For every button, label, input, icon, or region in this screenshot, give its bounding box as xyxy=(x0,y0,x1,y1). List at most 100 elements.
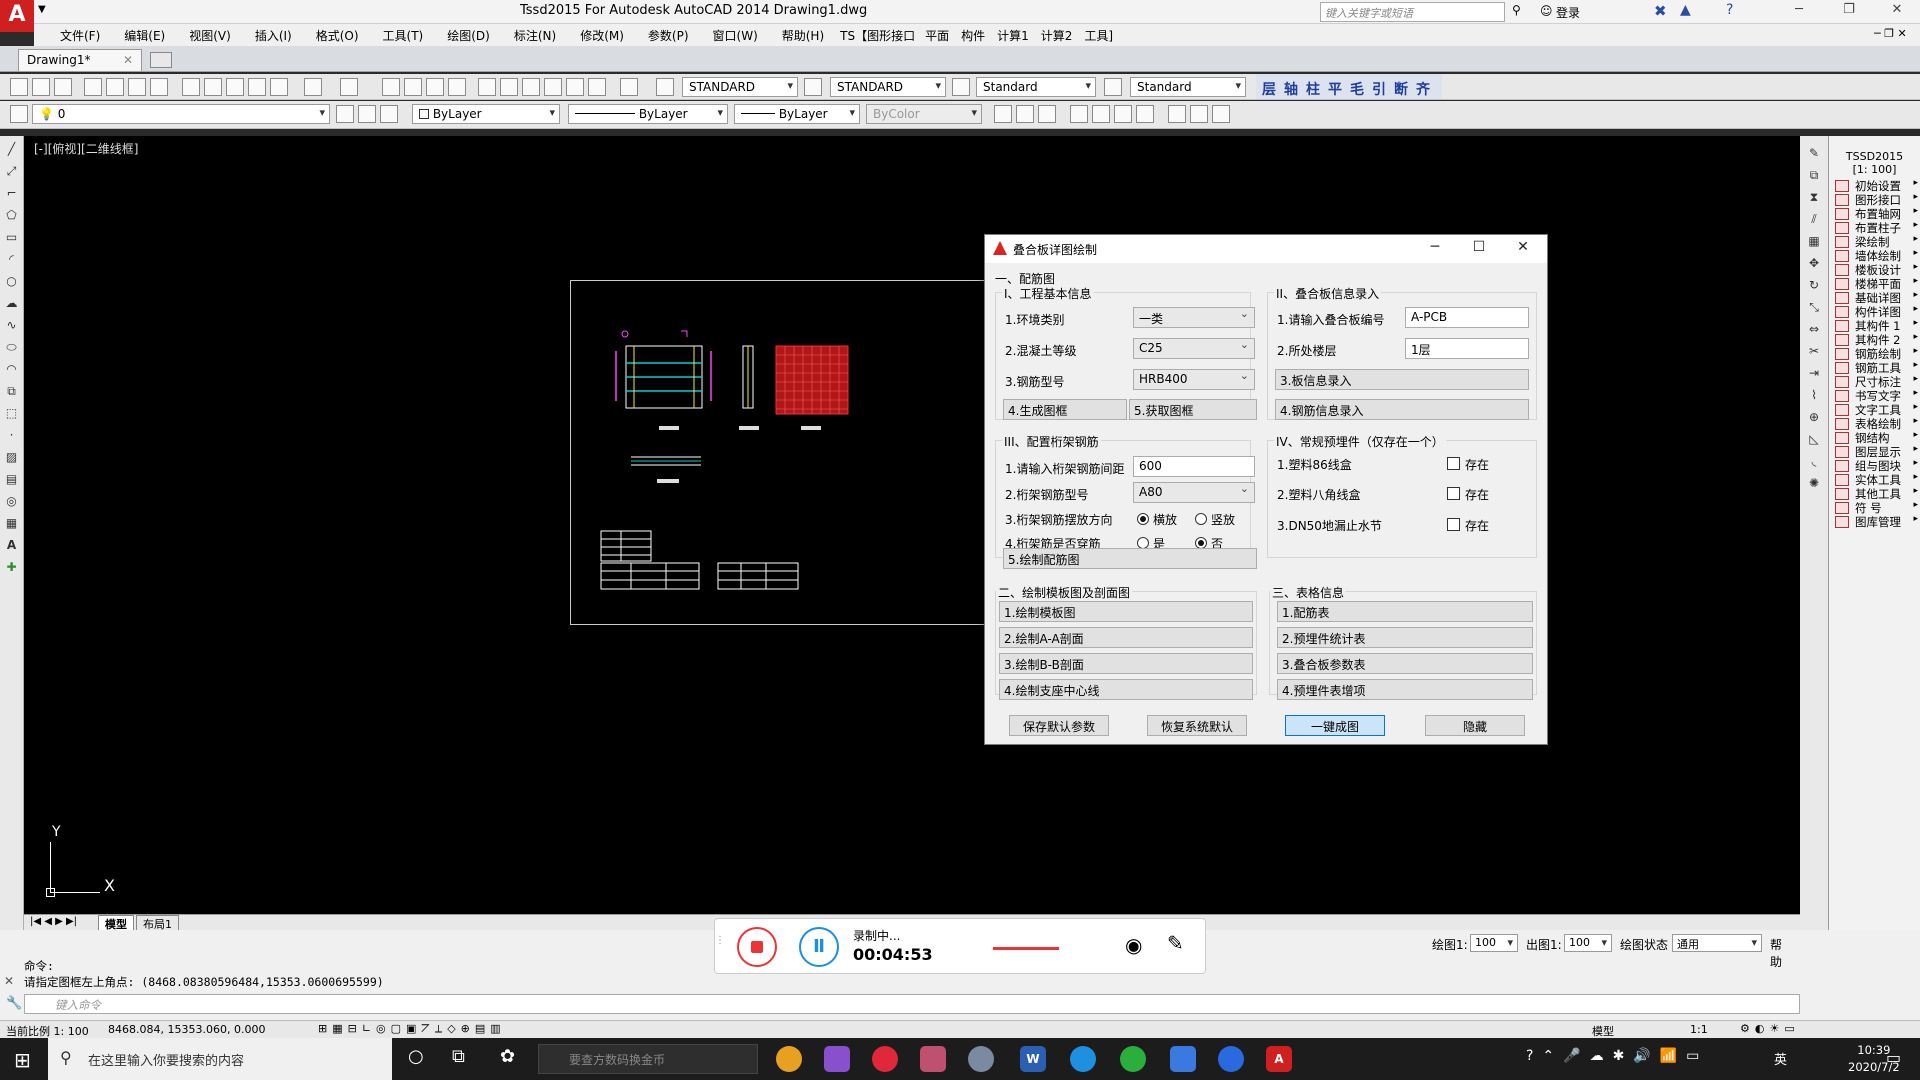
mleader-style-icon[interactable] xyxy=(1104,78,1122,96)
sheet-set-icon[interactable] xyxy=(544,78,562,96)
model-space-button[interactable]: 模型 xyxy=(1592,1023,1614,1039)
copy-icon[interactable] xyxy=(204,78,222,96)
drag-handle-icon[interactable]: ⋮ xyxy=(715,935,725,946)
tssd-item-other-tools[interactable]: 其他工具 xyxy=(1829,486,1920,501)
arc-icon[interactable]: ◜ xyxy=(0,252,23,274)
ts-tool-10-icon[interactable] xyxy=(1212,105,1230,123)
pen-icon[interactable]: ✎ xyxy=(1167,931,1184,955)
design-center-icon[interactable] xyxy=(500,78,518,96)
tssd-item-init[interactable]: 初始设置 xyxy=(1829,178,1920,193)
one-click-draw-button[interactable]: 一键成图 xyxy=(1285,715,1385,736)
out-scale-select[interactable]: 100 xyxy=(1564,934,1612,952)
construction-line-icon[interactable]: ⤢ xyxy=(0,164,23,186)
tssd-item-rebar-draw[interactable]: 钢筋绘制 xyxy=(1829,346,1920,361)
chrome-icon[interactable] xyxy=(776,1046,802,1072)
generate-frame-button[interactable]: 4.生成图框 xyxy=(1003,399,1127,420)
feishu-icon[interactable] xyxy=(1070,1046,1096,1072)
circle-icon[interactable]: ○ xyxy=(0,274,23,296)
menu-ts-member[interactable]: 构件 xyxy=(955,24,991,46)
ts-break-button[interactable]: 断 xyxy=(1394,79,1408,99)
slab-param-table-button[interactable]: 3.叠合板参数表 xyxy=(1277,653,1533,674)
menu-draw[interactable]: 绘图(D) xyxy=(435,24,502,46)
hide-button[interactable]: 隐藏 xyxy=(1425,715,1525,736)
ts-tool-8-icon[interactable] xyxy=(1168,105,1186,123)
tssd-item-grid[interactable]: 布置轴网 xyxy=(1829,206,1920,221)
draw-support-centerline-button[interactable]: 4.绘制支座中心线 xyxy=(999,679,1253,700)
rotate-icon[interactable]: ↻ xyxy=(1800,274,1828,296)
dialog-minimize-icon[interactable]: ─ xyxy=(1425,239,1445,255)
menu-file[interactable]: 文件(F) xyxy=(48,24,112,46)
menu-ts-calc2[interactable]: 计算2 xyxy=(1035,24,1079,46)
embed-drain-checkbox[interactable] xyxy=(1447,518,1460,531)
cut-icon[interactable] xyxy=(182,78,200,96)
tssd-item-other2[interactable]: 其构件 2 xyxy=(1829,332,1920,347)
autocad-logo-icon[interactable]: A xyxy=(0,0,34,32)
quickcalc-icon[interactable] xyxy=(588,78,606,96)
layer-state-icon[interactable] xyxy=(380,105,398,123)
ts-layer-button[interactable]: 层 xyxy=(1262,79,1276,99)
command-input[interactable]: 键入命令 xyxy=(24,994,1800,1014)
draw-scale-select[interactable]: 100 xyxy=(1470,934,1518,952)
ts-column-button[interactable]: 柱 xyxy=(1306,79,1320,99)
draw-section-aa-button[interactable]: 2.绘制A-A剖面 xyxy=(999,627,1253,648)
webcam-icon[interactable]: ◉ xyxy=(1125,933,1142,957)
menu-dimension[interactable]: 标注(N) xyxy=(502,24,568,46)
ts-tool-7-icon[interactable] xyxy=(1136,105,1154,123)
mirror-icon[interactable]: ⧗ xyxy=(1800,186,1828,208)
new-icon[interactable] xyxy=(10,78,28,96)
truss-type-select[interactable]: A80 xyxy=(1133,482,1255,503)
mtext-icon[interactable]: A xyxy=(0,538,23,560)
ts-tool-1-icon[interactable] xyxy=(994,105,1012,123)
markup-icon[interactable] xyxy=(566,78,584,96)
browser-search-box[interactable]: 要查方数码换金币 xyxy=(538,1044,758,1074)
app-icon-2[interactable] xyxy=(920,1046,946,1072)
tssd-item-slab[interactable]: 楼板设计 xyxy=(1829,262,1920,277)
menu-ts-plan[interactable]: 平面 xyxy=(919,24,955,46)
draw-rebar-button[interactable]: 5.绘制配筋图 xyxy=(1003,548,1257,569)
undo-icon[interactable] xyxy=(304,78,322,96)
tssd-item-solid[interactable]: 实体工具 xyxy=(1829,472,1920,487)
ts-axis-button[interactable]: 轴 xyxy=(1284,79,1298,99)
menu-format[interactable]: 格式(O) xyxy=(304,24,371,46)
drafting-toggles[interactable]: ⊞▦⊟∟◎▢▣⦢⟂◇⊕▤▥ xyxy=(318,1022,506,1036)
ts-tool-3-icon[interactable] xyxy=(1038,105,1056,123)
tssd-item-text[interactable]: 书写文字 xyxy=(1829,388,1920,403)
minimize-icon[interactable]: ─ xyxy=(1782,2,1816,22)
viewport-controls[interactable]: [-][俯视][二维线框] xyxy=(34,140,138,157)
pan-icon[interactable] xyxy=(382,78,400,96)
extend-icon[interactable]: ⇥ xyxy=(1800,362,1828,384)
ts-tool-4-icon[interactable] xyxy=(1070,105,1088,123)
restore-defaults-button[interactable]: 恢复系统默认 xyxy=(1147,715,1247,736)
tool-palettes-icon[interactable] xyxy=(522,78,540,96)
stop-record-button[interactable] xyxy=(737,927,777,967)
embed-86box-checkbox[interactable] xyxy=(1447,457,1460,470)
erase-icon[interactable]: ✎ xyxy=(1800,142,1828,164)
region-icon[interactable]: ◎ xyxy=(0,494,23,516)
insert-block-icon[interactable]: ⧉ xyxy=(0,384,23,406)
word-icon[interactable]: W xyxy=(1020,1046,1046,1072)
trim-icon[interactable]: ✂ xyxy=(1800,340,1828,362)
plotstyle-select[interactable]: ByColor xyxy=(866,104,982,124)
netease-music-icon[interactable] xyxy=(872,1046,898,1072)
pause-record-button[interactable]: Ⅱ xyxy=(799,927,839,967)
zoom-realtime-icon[interactable] xyxy=(404,78,422,96)
menu-modify[interactable]: 修改(M) xyxy=(568,24,636,46)
menu-ts-tools[interactable]: 工具] xyxy=(1078,24,1119,46)
tab-drawing1[interactable]: Drawing1* ✕ xyxy=(18,49,142,71)
lineweight-select[interactable]: ByLayer xyxy=(734,104,860,124)
ts-tool-6-icon[interactable] xyxy=(1114,105,1132,123)
tssd-item-dimension[interactable]: 尺寸标注 xyxy=(1829,374,1920,389)
ts-align-button[interactable]: 齐 xyxy=(1416,79,1430,99)
get-frame-button[interactable]: 5.获取图框 xyxy=(1129,399,1257,420)
copy-object-icon[interactable]: ⧉ xyxy=(1800,164,1828,186)
close-icon[interactable]: ✕ xyxy=(1880,2,1914,22)
move-icon[interactable]: ✥ xyxy=(1800,252,1828,274)
help-link[interactable]: 帮助 xyxy=(1770,936,1782,970)
menu-help[interactable]: 帮助(H) xyxy=(770,24,836,46)
revcloud-icon[interactable]: ☁ xyxy=(0,296,23,318)
chamfer-icon[interactable]: ◺ xyxy=(1800,428,1828,450)
hatch-icon[interactable]: ▨ xyxy=(0,450,23,472)
menu-tools[interactable]: 工具(T) xyxy=(371,24,436,46)
explode-icon[interactable]: ✺ xyxy=(1800,472,1828,494)
direction-vertical-radio[interactable] xyxy=(1195,513,1207,525)
